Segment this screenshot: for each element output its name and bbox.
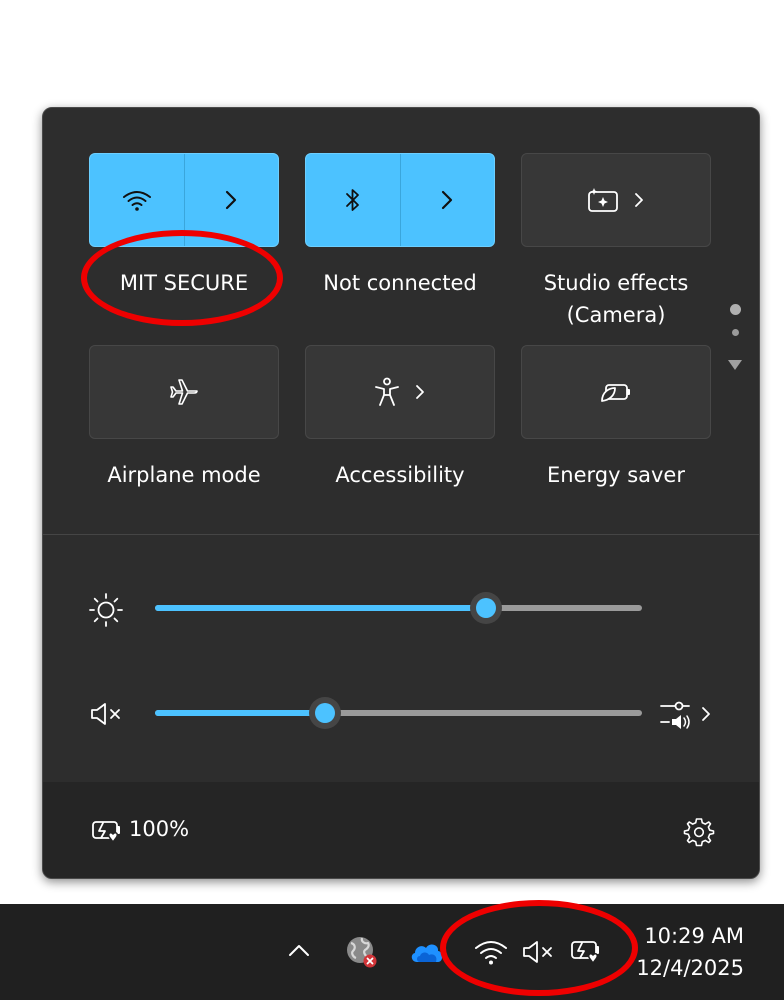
clock-time: 10:29 AM bbox=[644, 924, 744, 948]
battery-percentage: 100% bbox=[129, 817, 190, 841]
page-down-icon[interactable] bbox=[727, 359, 743, 371]
studio-effects-tile-label: Studio effects (Camera) bbox=[511, 267, 721, 331]
wifi-icon bbox=[122, 191, 151, 211]
chevron-up-icon[interactable] bbox=[286, 940, 312, 960]
chevron-right-icon bbox=[635, 193, 643, 207]
brightness-slider-thumb[interactable] bbox=[470, 592, 503, 624]
battery-saver-icon bbox=[92, 821, 120, 844]
vpn-globe-icon[interactable] bbox=[344, 934, 380, 970]
volume-muted-icon[interactable] bbox=[89, 700, 125, 728]
brightness-slider[interactable] bbox=[155, 592, 642, 624]
bluetooth-tile[interactable] bbox=[305, 153, 495, 247]
taskbar: 10:29 AM 12/4/2025 bbox=[0, 904, 784, 1000]
studio-effects-label-line1: Studio effects bbox=[543, 271, 689, 295]
energy-saver-tile-label: Energy saver bbox=[547, 463, 685, 487]
section-divider bbox=[43, 534, 759, 535]
chevron-right-icon bbox=[442, 190, 453, 210]
airplane-mode-tile[interactable] bbox=[89, 345, 279, 439]
annotation-ellipse-wifi-label bbox=[81, 230, 283, 326]
quick-settings-footer: 100% bbox=[43, 782, 759, 878]
page-indicator-dot-active[interactable] bbox=[730, 304, 741, 315]
quick-settings-panel: MIT SECURE Not connected Studio effects … bbox=[42, 107, 760, 879]
studio-effects-icon bbox=[588, 188, 618, 212]
volume-slider-fill bbox=[155, 710, 326, 716]
bluetooth-expand-button[interactable] bbox=[399, 154, 495, 246]
volume-mixer-button[interactable] bbox=[657, 696, 719, 732]
onedrive-icon[interactable] bbox=[408, 940, 444, 964]
accessibility-tile[interactable] bbox=[305, 345, 495, 439]
page-indicator-dot[interactable] bbox=[732, 329, 739, 336]
brightness-icon bbox=[89, 593, 123, 627]
airplane-icon bbox=[170, 379, 198, 405]
bluetooth-toggle-button[interactable] bbox=[306, 154, 400, 246]
volume-slider-thumb[interactable] bbox=[309, 697, 342, 729]
volume-mixer-icon bbox=[660, 701, 690, 729]
clock-date: 12/4/2025 bbox=[636, 956, 744, 980]
bluetooth-icon bbox=[345, 189, 359, 211]
accessibility-icon bbox=[375, 377, 399, 406]
gear-icon[interactable] bbox=[683, 816, 715, 848]
chevron-right-icon bbox=[702, 707, 710, 721]
annotation-ellipse-tray-icons bbox=[440, 900, 638, 996]
taskbar-clock[interactable]: 10:29 AM 12/4/2025 bbox=[636, 920, 744, 984]
chevron-right-icon bbox=[226, 190, 237, 210]
studio-effects-tile[interactable] bbox=[521, 153, 711, 247]
studio-effects-label-line2: (Camera) bbox=[566, 303, 666, 327]
energy-saver-icon bbox=[601, 384, 630, 402]
accessibility-tile-label: Accessibility bbox=[335, 463, 465, 487]
chevron-right-icon bbox=[416, 385, 424, 399]
airplane-mode-tile-label: Airplane mode bbox=[107, 463, 261, 487]
energy-saver-tile[interactable] bbox=[521, 345, 711, 439]
brightness-slider-fill bbox=[155, 605, 487, 611]
volume-slider[interactable] bbox=[155, 697, 642, 729]
bluetooth-tile-label: Not connected bbox=[323, 271, 477, 295]
